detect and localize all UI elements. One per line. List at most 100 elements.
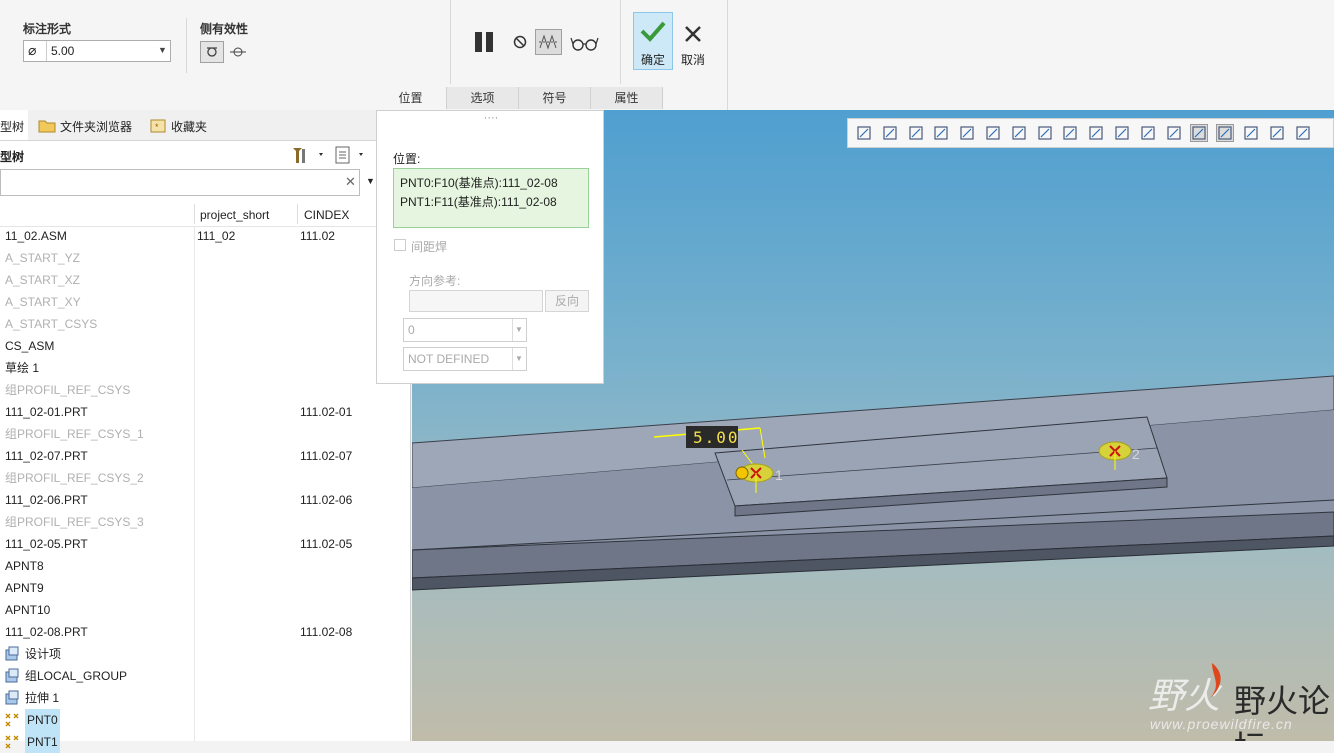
tree-row[interactable]: A_START_YZ xyxy=(0,247,410,269)
plane-display-icon[interactable] xyxy=(1088,125,1104,141)
tree-row[interactable]: APNT9 xyxy=(0,577,410,599)
type-dropdown-text: NOT DEFINED xyxy=(408,352,490,366)
zoom-out-icon[interactable] xyxy=(908,125,924,141)
display-style-icon[interactable] xyxy=(1062,125,1078,141)
point-display-icon[interactable] xyxy=(1140,125,1156,141)
diameter-icon: ⌀ xyxy=(28,42,37,58)
section-icon[interactable] xyxy=(1037,125,1053,141)
tree-row[interactable]: 组PROFIL_REF_CSYS_3 xyxy=(0,511,410,533)
spacing-weld-checkbox[interactable] xyxy=(394,239,406,251)
tree-row[interactable]: 组LOCAL_GROUP xyxy=(0,665,410,687)
tree-row-name: 111_02-07.PRT xyxy=(5,449,88,463)
column-project-short[interactable]: project_short xyxy=(200,208,269,222)
no-preview-button[interactable] xyxy=(512,34,528,50)
tree-row-name: PNT0 xyxy=(25,709,60,731)
tab-model-tree[interactable]: 型树 xyxy=(0,110,28,140)
tree-row[interactable]: APNT8 xyxy=(0,555,410,577)
warning-icon[interactable] xyxy=(1269,125,1285,141)
tree-row[interactable]: 组PROFIL_REF_CSYS xyxy=(0,379,410,401)
tree-settings-button[interactable] xyxy=(290,145,326,165)
dim-value-combo[interactable]: ⌀ 5.00 ▼ xyxy=(23,40,171,62)
pause-button[interactable] xyxy=(472,30,498,54)
value-dropdown[interactable]: 0 ▼ xyxy=(403,318,527,342)
tree-row-name: 拉伸 1 xyxy=(25,691,60,705)
point2-label: 2 xyxy=(1132,446,1140,462)
tree-row[interactable]: PNT1 xyxy=(0,731,410,753)
tab-position[interactable]: 位置 xyxy=(375,87,447,109)
tree-row[interactable]: CS_ASM xyxy=(0,335,410,357)
tree-row-name: 11_02.ASM xyxy=(5,229,67,243)
position-item[interactable]: PNT0:F10(基准点):111_02-08 xyxy=(400,174,558,191)
tree-row[interactable]: 111_02-01.PRT 111.02-01 xyxy=(0,401,410,423)
csys-display-icon[interactable] xyxy=(1166,125,1182,141)
chevron-down-icon[interactable]: ▼ xyxy=(158,45,167,55)
tree-row-name: 草绘 1 xyxy=(5,361,40,375)
folder-icon xyxy=(38,120,56,133)
shading-icon[interactable] xyxy=(985,125,1001,141)
spacing-weld-label: 间距焊 xyxy=(411,240,448,254)
ok-button[interactable]: 确定 xyxy=(633,12,673,70)
tree-row[interactable]: 设计项 xyxy=(0,643,410,665)
reverse-button[interactable]: 反向 xyxy=(545,290,589,312)
side-one-button[interactable] xyxy=(200,41,224,63)
pause-icon[interactable] xyxy=(1295,125,1311,141)
tree-row[interactable]: 组PROFIL_REF_CSYS_1 xyxy=(0,423,410,445)
tree-row[interactable]: 111_02-06.PRT 111.02-06 xyxy=(0,489,410,511)
repaint-icon[interactable] xyxy=(933,125,949,141)
tree-row-cindex: 111.02-06 xyxy=(300,493,353,507)
tree-row[interactable]: PNT0 xyxy=(0,709,410,731)
tree-row[interactable]: APNT10 xyxy=(0,599,410,621)
cancel-button[interactable]: 取消 xyxy=(676,12,710,70)
tree-row[interactable]: A_START_XZ xyxy=(0,269,410,291)
tab-properties[interactable]: 属性 xyxy=(591,87,663,109)
verify-button[interactable] xyxy=(570,33,600,53)
geometry-preview-button[interactable] xyxy=(535,29,562,55)
saved-views-icon[interactable] xyxy=(1011,125,1027,141)
tab-folder-browser[interactable]: 文件夹浏览器 xyxy=(36,115,146,135)
tab-options[interactable]: 选项 xyxy=(447,87,519,109)
dimension-label[interactable]: 5.00 xyxy=(693,428,740,447)
position-label: 位置: xyxy=(393,152,421,166)
show-menu-button[interactable] xyxy=(333,145,369,165)
zoom-in-icon[interactable] xyxy=(882,125,898,141)
tools-icon xyxy=(293,148,323,163)
column-cindex[interactable]: CINDEX xyxy=(304,208,349,222)
tree-row[interactable]: 拉伸 1 xyxy=(0,687,410,709)
network-icon[interactable] xyxy=(1243,125,1259,141)
tree-row[interactable]: 111_02-05.PRT 111.02-05 xyxy=(0,533,410,555)
tree-search-input[interactable]: ✕ xyxy=(0,169,360,196)
tree-row[interactable]: 11_02.ASM 111_02 111.02 xyxy=(0,225,410,247)
tab-favorites[interactable]: * 收藏夹 xyxy=(148,115,218,135)
annotation-icon[interactable] xyxy=(1190,124,1209,142)
watermark-url: www.proewildfire.cn xyxy=(1150,716,1293,732)
tree-row[interactable]: 草绘 1 xyxy=(0,357,410,379)
panel-grip[interactable]: ···· xyxy=(377,112,605,124)
navigator-tabs: 型树 文件夹浏览器 * 收藏夹 xyxy=(0,110,410,141)
spin-center-icon[interactable] xyxy=(1216,124,1235,142)
position-item[interactable]: PNT1:F11(基准点):111_02-08 xyxy=(400,193,557,210)
tree-row[interactable]: A_START_CSYS xyxy=(0,313,410,335)
view-toolbar xyxy=(847,118,1334,148)
tree-row[interactable]: 111_02-07.PRT 111.02-07 xyxy=(0,445,410,467)
tree-row-name: 111_02-01.PRT xyxy=(5,405,88,419)
search-dropdown-icon[interactable]: ▼ xyxy=(366,176,375,186)
orient-icon[interactable] xyxy=(959,125,975,141)
axis-display-icon[interactable] xyxy=(1114,125,1130,141)
side-both-button[interactable] xyxy=(228,42,248,62)
tab-symbol[interactable]: 符号 xyxy=(519,87,591,109)
value-dropdown-text: 0 xyxy=(408,323,415,337)
section-title: 型树 xyxy=(0,150,25,164)
tree-row[interactable]: A_START_XY xyxy=(0,291,410,313)
tree-row-name: APNT8 xyxy=(5,559,44,573)
prohibit-icon xyxy=(513,35,527,49)
column-header-row: project_short CINDEX xyxy=(0,202,410,227)
type-dropdown[interactable]: NOT DEFINED ▼ xyxy=(403,347,527,371)
direction-ref-field[interactable] xyxy=(409,290,543,312)
refit-icon[interactable] xyxy=(856,125,872,141)
position-collector[interactable]: PNT0:F10(基准点):111_02-08 PNT1:F11(基准点):11… xyxy=(393,168,589,228)
tree-row-name: 111_02-08.PRT xyxy=(5,625,88,639)
tree-row[interactable]: 111_02-08.PRT 111.02-08 xyxy=(0,621,410,643)
tree-row[interactable]: 组PROFIL_REF_CSYS_2 xyxy=(0,467,410,489)
tree-row-name: A_START_CSYS xyxy=(5,317,98,331)
clear-icon[interactable]: ✕ xyxy=(345,174,356,190)
